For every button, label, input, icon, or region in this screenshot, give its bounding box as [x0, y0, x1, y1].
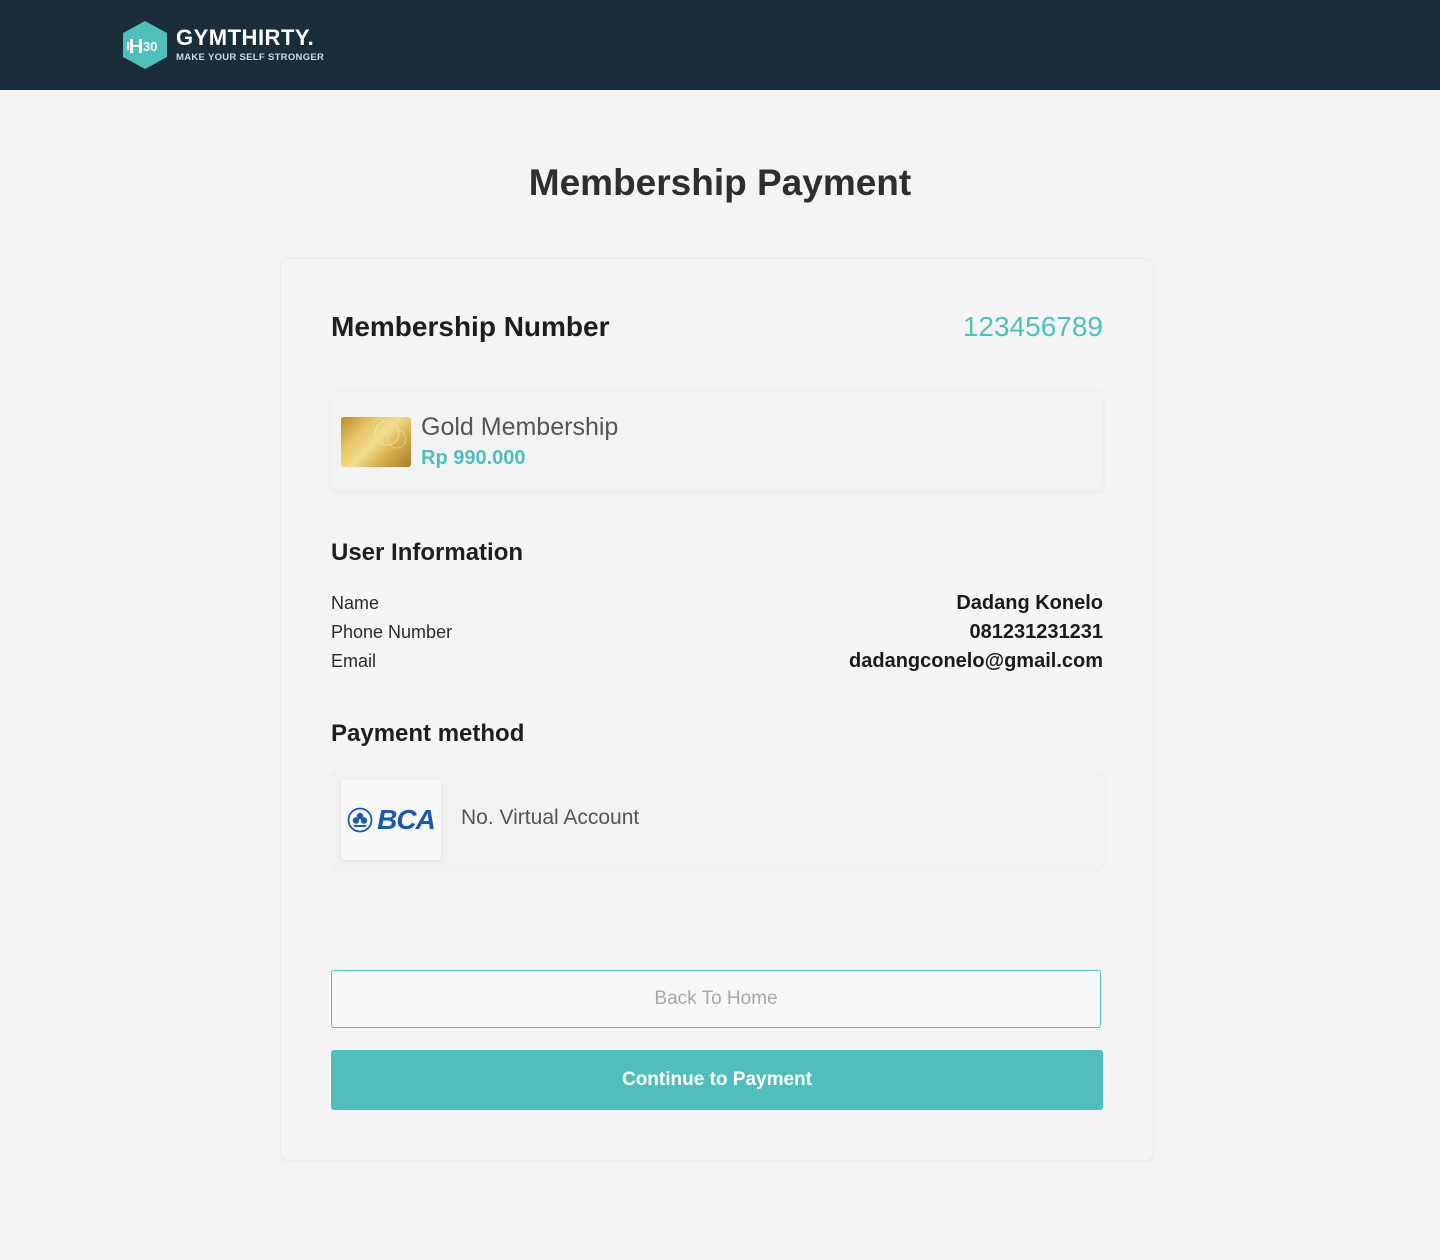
payment-card: Membership Number 123456789 Gold Members…	[281, 259, 1153, 1160]
page-title: Membership Payment	[528, 162, 912, 203]
membership-number-row: Membership Number 123456789	[331, 309, 1103, 345]
info-label: Name	[331, 593, 380, 613]
logo-badge-text: 30	[143, 39, 157, 54]
brand-name: GYMTHIRTY.	[176, 25, 315, 50]
membership-number-value: 123456789	[962, 311, 1103, 342]
back-to-home-button[interactable]: Back To Home	[331, 970, 1101, 1028]
info-label: Email	[331, 651, 377, 671]
payment-method-label: No. Virtual Account	[461, 806, 640, 829]
payment-method-option[interactable]: BCA No. Virtual Account	[331, 771, 1103, 869]
continue-to-payment-button[interactable]: Continue to Payment	[331, 1050, 1103, 1110]
dumbbell-hexagon-icon: 30	[122, 20, 168, 70]
info-row-email: Email dadangconelo@gmail.com	[331, 647, 1103, 676]
bank-name: BCA	[377, 804, 436, 835]
brand-logo[interactable]: 30 GYMTHIRTY. MAKE YOUR SELF STRONGER	[122, 20, 324, 70]
plan-price: Rp 990.000	[421, 447, 526, 469]
info-row-name: Name Dadang Konelo	[331, 589, 1103, 618]
membership-number-label: Membership Number	[331, 311, 610, 342]
info-value: 081231231231	[969, 621, 1103, 643]
plan-name: Gold Membership	[421, 413, 619, 441]
brand-tagline: MAKE YOUR SELF STRONGER	[176, 52, 325, 63]
plan-summary: Gold Membership Rp 990.000	[331, 391, 1103, 491]
info-label: Phone Number	[331, 622, 453, 642]
gold-card-image	[341, 417, 411, 467]
top-navbar: 30 GYMTHIRTY. MAKE YOUR SELF STRONGER	[0, 0, 1440, 90]
user-information-list: Name Dadang Konelo Phone Number 08123123…	[331, 589, 1103, 676]
info-row-phone: Phone Number 081231231231	[331, 618, 1103, 647]
payment-method-title: Payment method	[331, 720, 525, 747]
info-value: dadangconelo@gmail.com	[849, 650, 1103, 672]
bca-bank-logo: BCA	[341, 780, 441, 860]
user-information-title: User Information	[331, 539, 524, 566]
bca-emblem-icon	[347, 807, 373, 833]
info-value: Dadang Konelo	[956, 592, 1103, 614]
